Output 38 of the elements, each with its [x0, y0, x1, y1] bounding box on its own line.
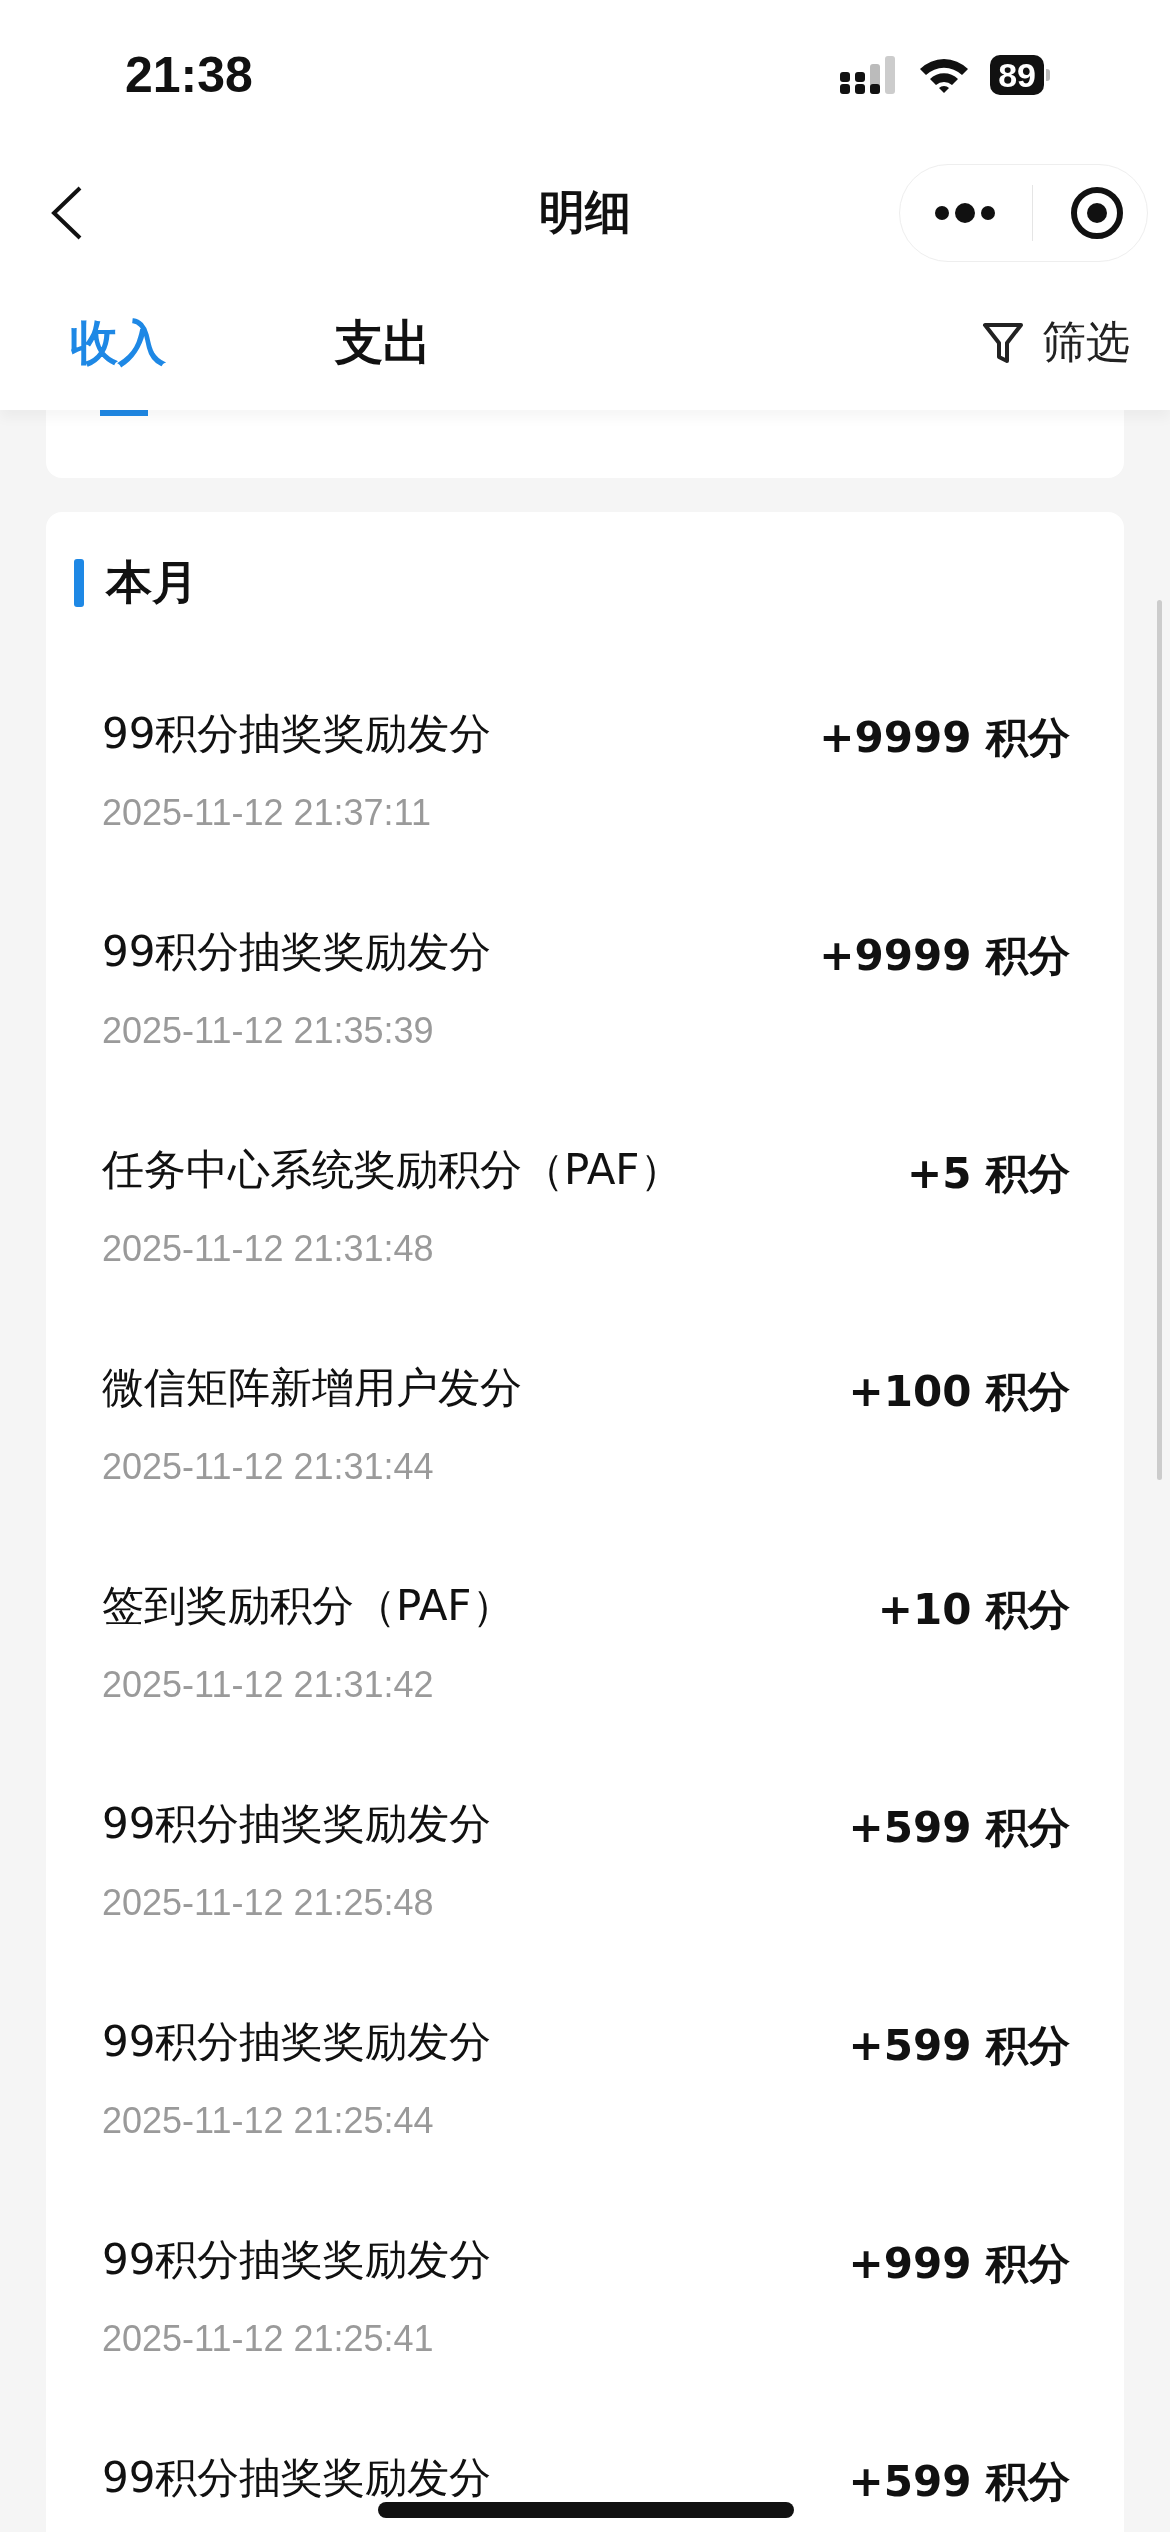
status-time: 21:38	[125, 46, 253, 104]
record-title: 签到奖励积分（PAF）	[102, 1580, 514, 1632]
record-amount: +5 积分	[906, 1148, 1070, 1200]
record-time: 2025-11-12 21:25:48	[102, 1882, 435, 1924]
page-title: 明细	[539, 183, 631, 241]
record-amount: +599 积分	[848, 2456, 1070, 2508]
record-title: 任务中心系统奖励积分（PAF）	[102, 1144, 682, 1196]
filter-icon	[982, 320, 1024, 365]
record-amount: +9999 积分	[819, 930, 1070, 982]
tab[interactable]: 支出	[335, 310, 515, 375]
record-title: 99积分抽奖奖励发分	[102, 2016, 492, 2068]
record-amount: +999 积分	[848, 2238, 1070, 2290]
more-icon[interactable]	[934, 202, 996, 223]
filter-button[interactable]: 筛选	[982, 313, 1130, 372]
record-title: 99积分抽奖奖励发分	[102, 926, 492, 978]
record-title: 99积分抽奖奖励发分	[102, 708, 492, 760]
record-time: 2025-11-12 21:25:44	[102, 2100, 435, 2142]
record-time: 2025-11-12 21:37:11	[102, 792, 432, 834]
record-amount: +599 积分	[848, 2020, 1070, 2072]
tab[interactable]: 收入	[70, 310, 250, 375]
record-time: 2025-11-12 21:31:48	[102, 1228, 435, 1270]
record-time: 2025-11-12 21:35:39	[102, 1010, 435, 1052]
close-target-icon[interactable]	[1069, 184, 1125, 241]
record-amount: +9999 积分	[819, 712, 1070, 764]
record-amount: +100 积分	[848, 1366, 1070, 1418]
record-title: 99积分抽奖奖励发分	[102, 2234, 492, 2286]
record-time: 2025-11-12 21:31:44	[102, 1446, 435, 1488]
wifi-icon	[918, 56, 971, 94]
record-amount: +10 积分	[877, 1584, 1070, 1636]
record-time: 2025-11-12 21:25:41	[102, 2318, 435, 2360]
record-time: 2025-11-12 21:31:42	[102, 1664, 435, 1706]
record-title: 微信矩阵新增用户发分	[102, 1362, 522, 1414]
section-title: 本月	[106, 554, 198, 611]
record-title: 99积分抽奖奖励发分	[102, 2452, 492, 2504]
record-amount: +599 积分	[848, 1802, 1070, 1854]
back-icon[interactable]	[50, 184, 84, 241]
section-marker	[74, 559, 84, 607]
record-title: 99积分抽奖奖励发分	[102, 1798, 492, 1850]
